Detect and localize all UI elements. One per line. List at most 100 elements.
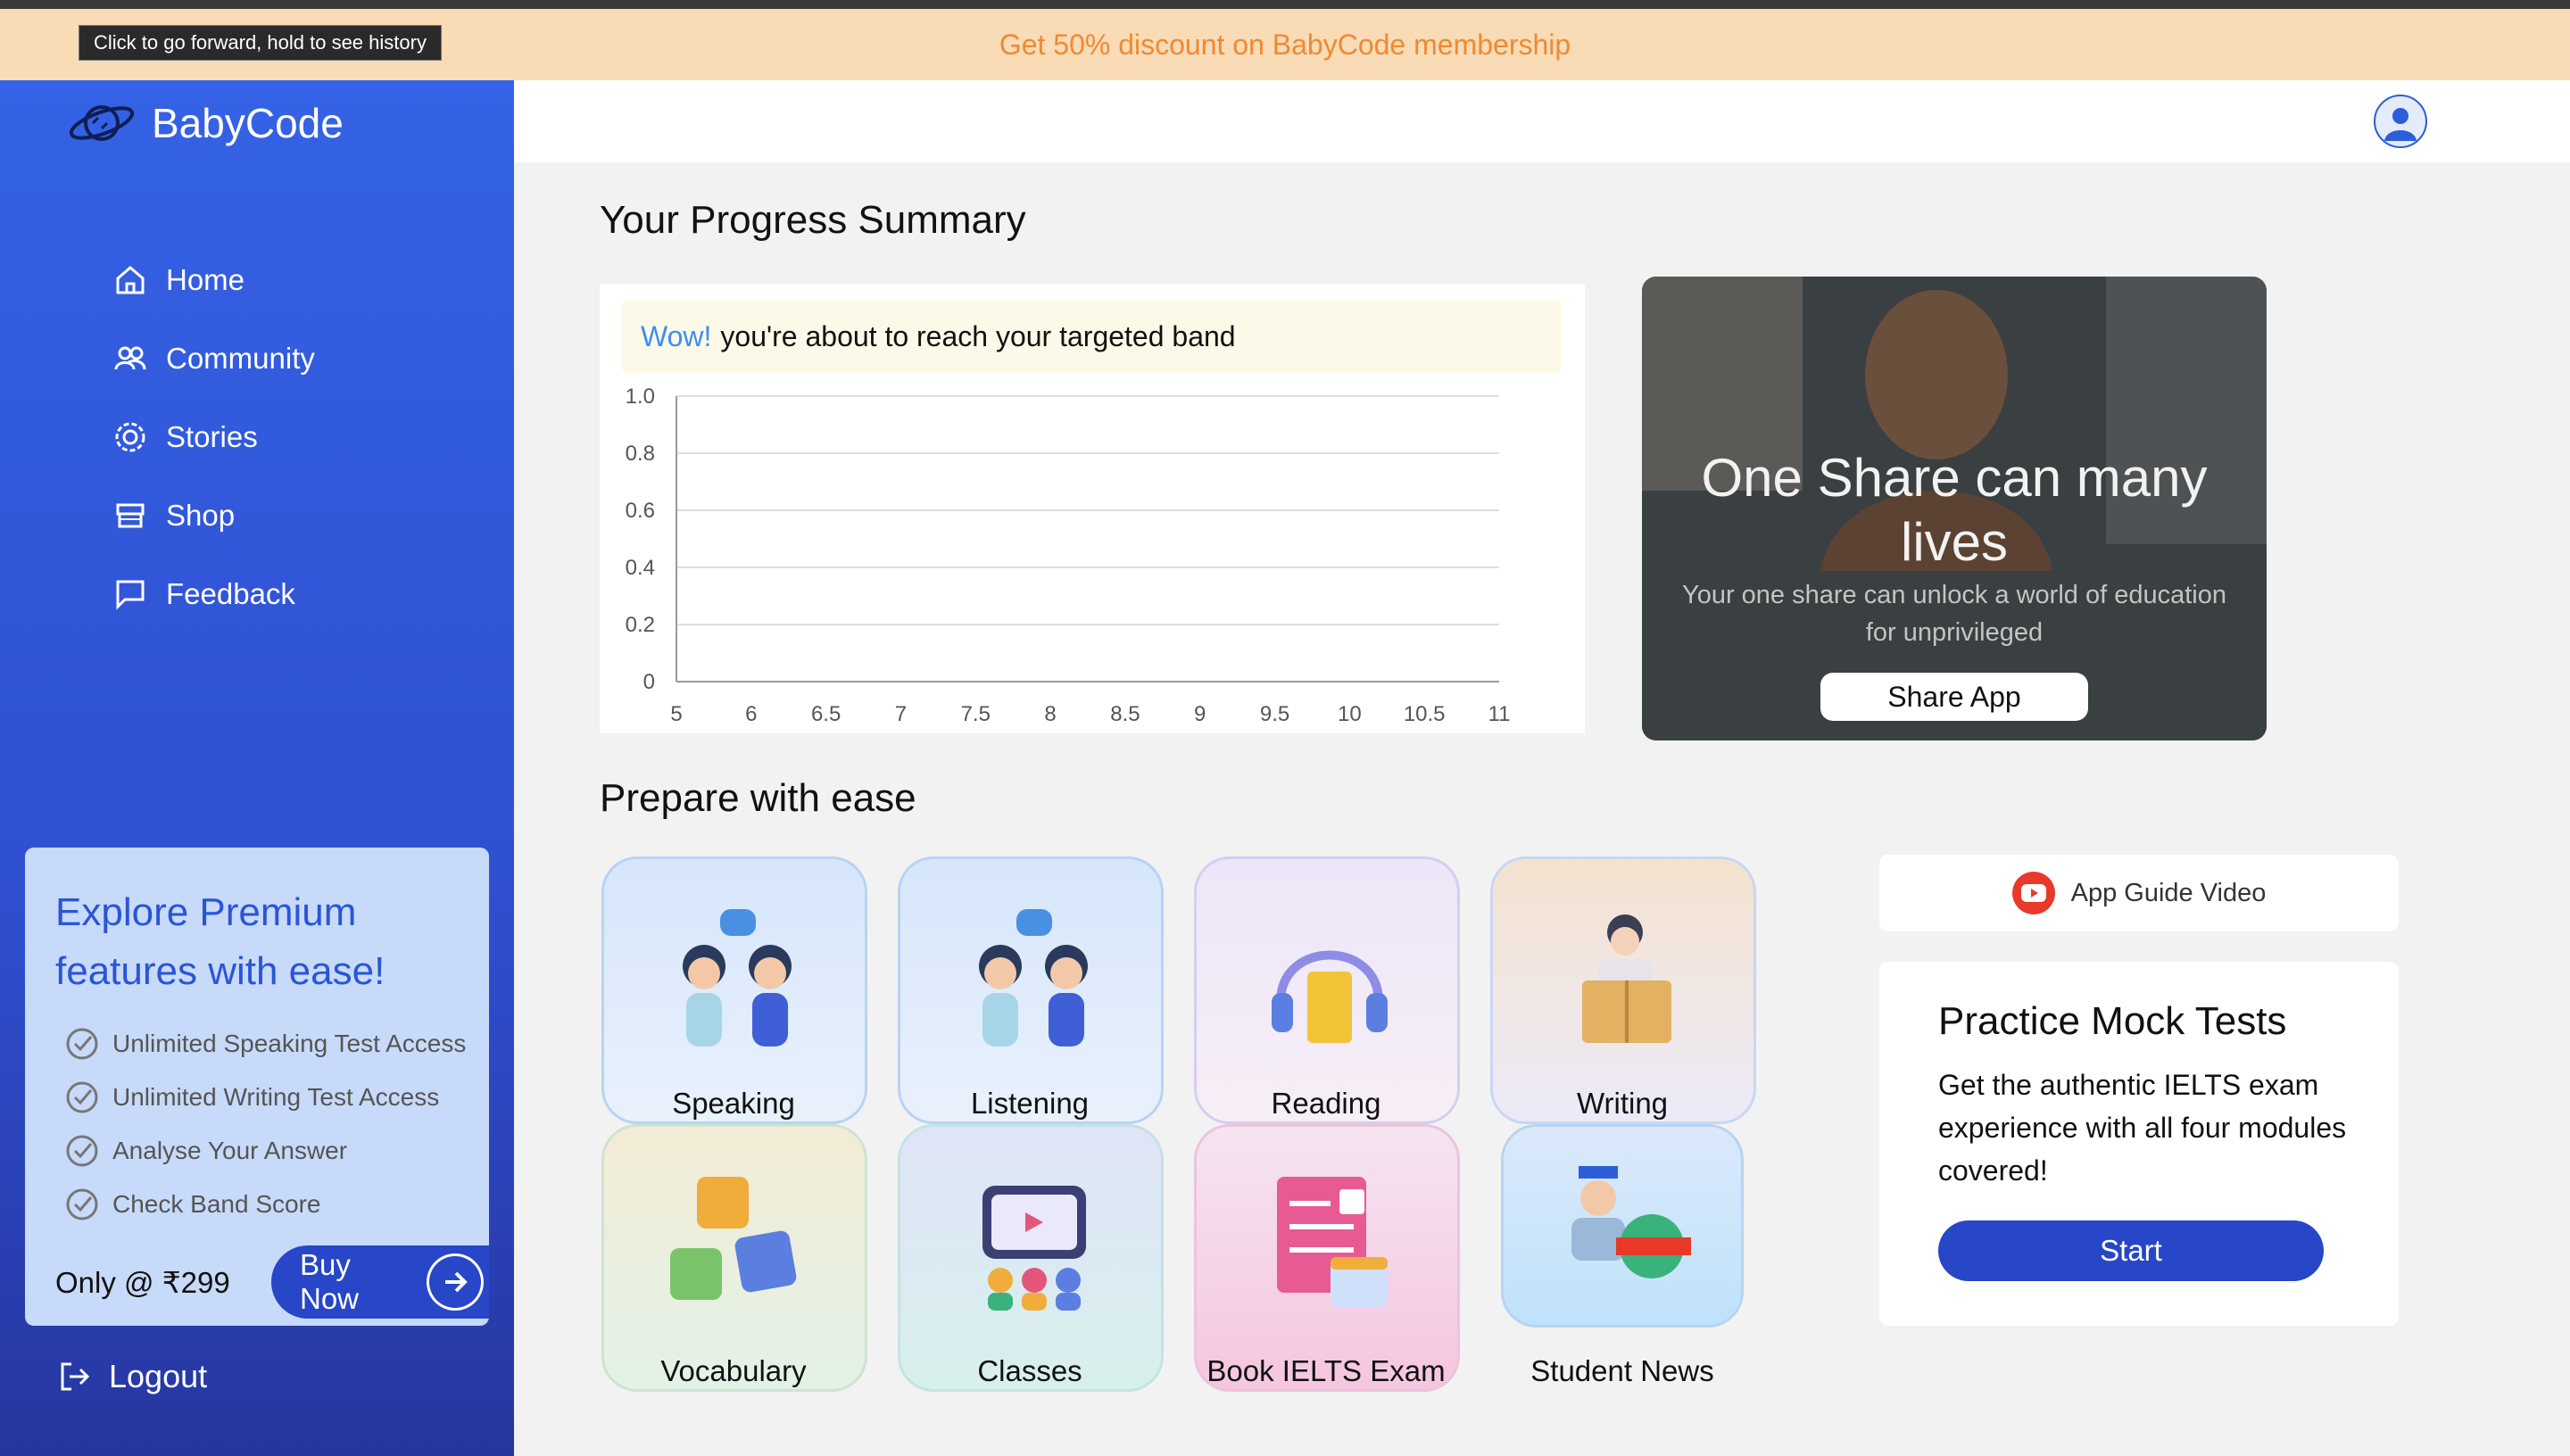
tile-classes[interactable] bbox=[898, 1124, 1164, 1392]
mock-title: Practice Mock Tests bbox=[1938, 999, 2287, 1043]
x-tick-label: 9.5 bbox=[1260, 702, 1289, 726]
browser-top-edge bbox=[0, 0, 2570, 9]
share-subtitle: Your one share can unlock a world of edu… bbox=[1682, 581, 2226, 647]
premium-price: Only @ ₹299 bbox=[55, 1266, 230, 1299]
mock-description: Get the authentic IELTS exam experience … bbox=[1938, 1069, 2347, 1187]
sidebar-item-label: Home bbox=[166, 263, 245, 296]
premium-feature-label: Unlimited Speaking Test Access bbox=[112, 1030, 467, 1057]
mock-tests-card: Practice Mock Tests Get the authentic IE… bbox=[1879, 962, 2399, 1326]
app-guide-video-button[interactable]: App Guide Video bbox=[1879, 855, 2399, 931]
x-tick-label: 9 bbox=[1194, 702, 1206, 726]
tile-student-news[interactable] bbox=[1501, 1124, 1744, 1328]
tile-book-exam[interactable] bbox=[1194, 1124, 1460, 1392]
planet-logo-icon bbox=[69, 105, 135, 141]
premium-feature-list: Unlimited Speaking Test Access Unlimited… bbox=[64, 1017, 466, 1231]
progress-chart-card: Wow! you're about to reach your targeted… bbox=[600, 284, 1585, 733]
promo-text[interactable]: Get 50% discount on BabyCode membership bbox=[999, 29, 1571, 62]
sidebar-item-stories[interactable]: Stories bbox=[112, 398, 315, 476]
x-tick-label: 10 bbox=[1338, 702, 1362, 726]
tile-vocabulary[interactable] bbox=[601, 1124, 867, 1392]
x-tick-label: 10.5 bbox=[1404, 702, 1446, 726]
share-app-button[interactable]: Share App bbox=[1820, 673, 2088, 721]
check-circle-icon bbox=[66, 1028, 98, 1060]
brand[interactable]: BabyCode bbox=[66, 96, 344, 150]
premium-feature: Check Band Score bbox=[64, 1178, 466, 1231]
top-header bbox=[514, 80, 2570, 162]
community-icon bbox=[114, 346, 146, 370]
x-tick-label: 7.5 bbox=[961, 702, 991, 726]
check-circle-icon bbox=[66, 1188, 98, 1220]
tile-writing[interactable] bbox=[1490, 856, 1756, 1124]
premium-feature: Analyse Your Answer bbox=[64, 1124, 466, 1178]
tile-reading[interactable] bbox=[1194, 856, 1460, 1124]
share-app-card: One Share can many lives Your one share … bbox=[1642, 277, 2267, 740]
sidebar: BabyCode Home Community Stories Shop Fee… bbox=[0, 80, 514, 1456]
writing-icon bbox=[1582, 914, 1671, 1043]
vocabulary-icon bbox=[670, 1177, 797, 1300]
browser-tooltip: Click to go forward, hold to see history bbox=[79, 25, 442, 61]
sidebar-item-home[interactable]: Home bbox=[112, 241, 315, 319]
premium-feature-label: Unlimited Writing Test Access bbox=[112, 1083, 440, 1111]
x-tick-label: 6 bbox=[745, 702, 757, 726]
y-tick-label: 1.0 bbox=[626, 385, 655, 409]
sidebar-item-label: Community bbox=[166, 342, 315, 375]
check-circle-icon bbox=[66, 1081, 98, 1113]
sidebar-item-label: Feedback bbox=[166, 577, 295, 610]
y-tick-label: 0.6 bbox=[626, 499, 655, 523]
shop-icon bbox=[116, 503, 145, 528]
brand-name: BabyCode bbox=[152, 100, 344, 146]
x-tick-label: 11 bbox=[1488, 702, 1511, 726]
premium-feature-label: Check Band Score bbox=[112, 1190, 321, 1218]
app-guide-label: App Guide Video bbox=[2070, 878, 2267, 907]
sidebar-nav: Home Community Stories Shop Feedback bbox=[112, 241, 315, 633]
progress-chart: 0 0.2 0.4 0.6 0.8 1.0 5 6 6.5 7 7.5 8 8.5 9 9.5 10 10.5 1… bbox=[626, 385, 1511, 726]
sidebar-item-community[interactable]: Community bbox=[112, 319, 315, 398]
book-exam-icon bbox=[1277, 1177, 1388, 1307]
sidebar-item-label: Stories bbox=[166, 420, 258, 453]
youtube-play-icon bbox=[2011, 872, 2055, 914]
tile-label-student-news: Student News bbox=[1530, 1354, 1714, 1387]
premium-feature: Unlimited Writing Test Access bbox=[64, 1071, 466, 1124]
classes-icon bbox=[982, 1186, 1086, 1311]
tile-label-reading: Reading bbox=[1271, 1087, 1381, 1120]
stories-icon bbox=[115, 422, 145, 452]
tile-listening[interactable] bbox=[898, 856, 1164, 1124]
arrow-right-icon bbox=[427, 1253, 484, 1311]
listening-icon bbox=[979, 909, 1088, 1046]
home-icon bbox=[116, 266, 145, 294]
speaking-icon bbox=[683, 909, 792, 1046]
tile-speaking[interactable] bbox=[601, 856, 867, 1124]
y-tick-label: 0.4 bbox=[626, 556, 655, 580]
buy-now-label: Buy Now bbox=[300, 1248, 360, 1315]
progress-heading: Your Progress Summary bbox=[600, 198, 1026, 242]
tile-label-book-exam: Book IELTS Exam bbox=[1206, 1354, 1446, 1387]
sidebar-item-label: Shop bbox=[166, 499, 236, 532]
logout-label: Logout bbox=[109, 1358, 208, 1394]
student-news-icon bbox=[1571, 1166, 1691, 1278]
banner-wow: Wow! bbox=[641, 319, 712, 352]
sidebar-item-shop[interactable]: Shop bbox=[112, 476, 315, 555]
y-tick-label: 0.8 bbox=[626, 442, 655, 466]
logout-button[interactable]: Logout bbox=[57, 1358, 207, 1395]
buy-now-button[interactable]: Buy Now bbox=[271, 1245, 489, 1319]
share-title: One Share can many lives bbox=[1701, 448, 2208, 572]
y-tick-label: 0 bbox=[643, 670, 655, 694]
chart-banner: Wow! you're about to reach your targeted… bbox=[621, 300, 1562, 373]
x-tick-label: 8 bbox=[1044, 702, 1056, 726]
prepare-heading: Prepare with ease bbox=[600, 776, 916, 820]
x-tick-label: 6.5 bbox=[811, 702, 841, 726]
banner-text: you're about to reach your targeted band bbox=[720, 319, 1236, 352]
tile-label-speaking: Speaking bbox=[672, 1087, 795, 1120]
x-tick-label: 5 bbox=[670, 702, 682, 726]
feedback-icon bbox=[116, 580, 145, 610]
premium-feature: Unlimited Speaking Test Access bbox=[64, 1017, 466, 1071]
sidebar-item-feedback[interactable]: Feedback bbox=[112, 555, 315, 633]
tile-label-writing: Writing bbox=[1576, 1087, 1669, 1120]
premium-card: Explore Premium features with ease! Unli… bbox=[25, 848, 489, 1326]
premium-feature-label: Analyse Your Answer bbox=[112, 1137, 348, 1164]
tile-label-listening: Listening bbox=[970, 1087, 1090, 1120]
logout-icon bbox=[61, 1362, 90, 1391]
user-avatar-icon[interactable] bbox=[2374, 95, 2427, 148]
start-button[interactable]: Start bbox=[1938, 1220, 2324, 1281]
x-tick-label: 7 bbox=[895, 702, 907, 726]
